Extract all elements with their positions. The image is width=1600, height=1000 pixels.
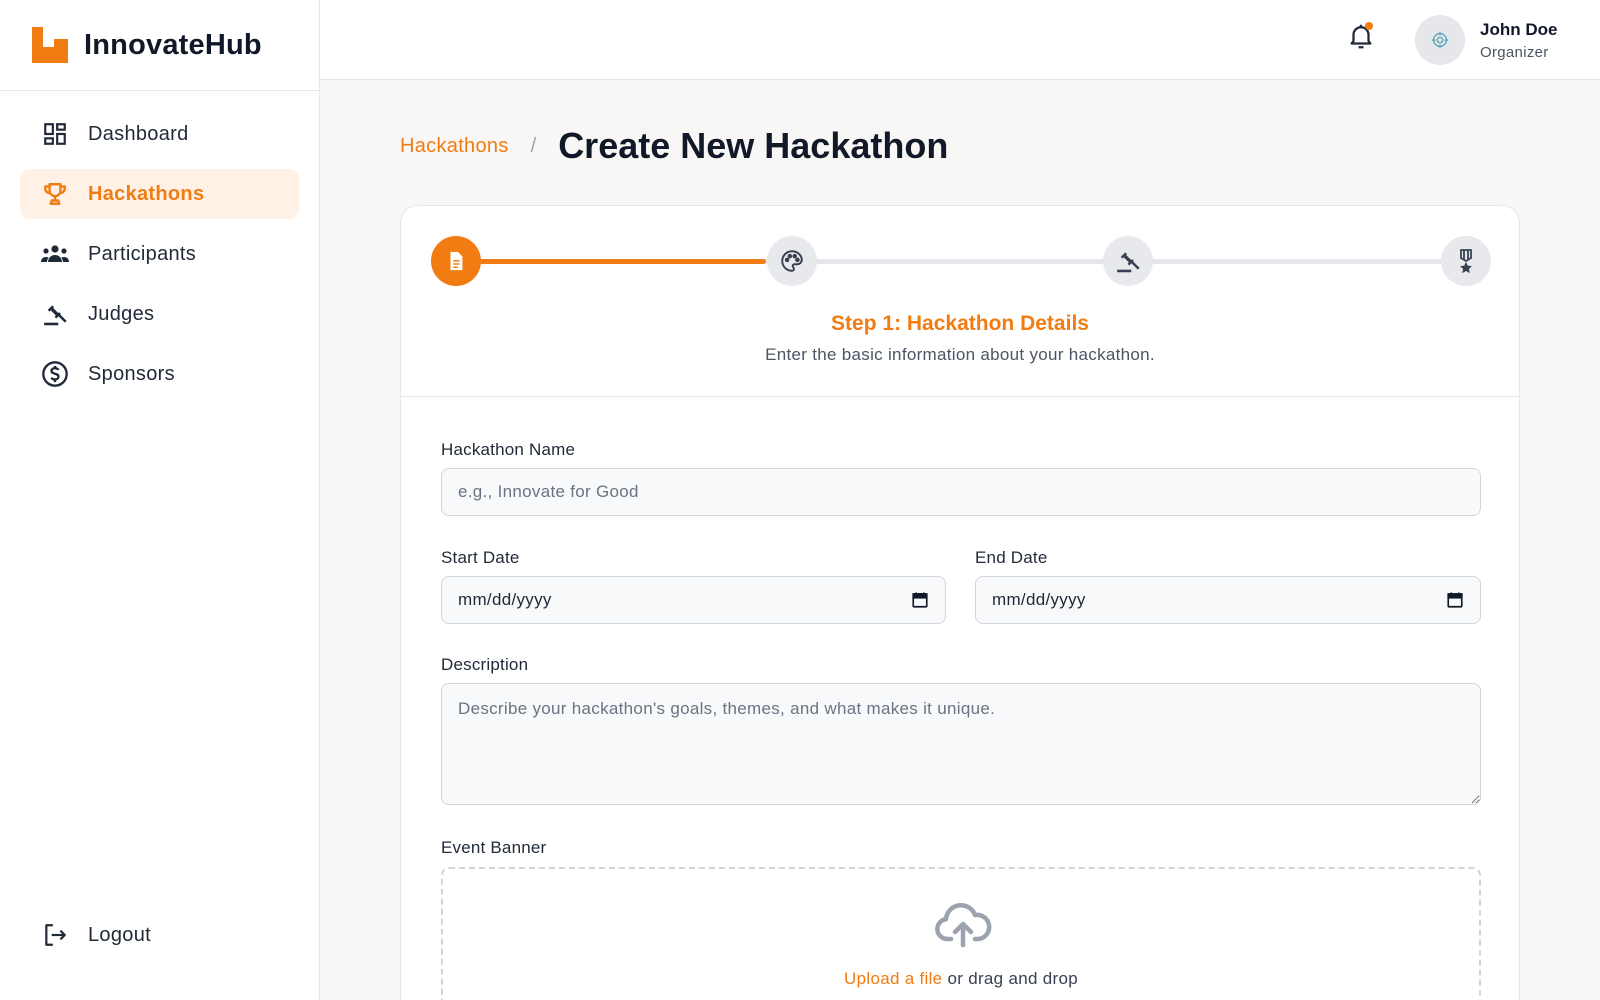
medal-icon bbox=[1460, 249, 1472, 274]
page-title: Create New Hackathon bbox=[558, 125, 949, 166]
breadcrumb-hackathons-link[interactable]: Hackathons bbox=[400, 135, 509, 158]
sidebar-item-dashboard[interactable]: Dashboard bbox=[20, 109, 299, 159]
create-hackathon-card: Step 1: Hackathon Details Enter the basi… bbox=[400, 205, 1520, 1000]
dashboard-icon bbox=[40, 119, 70, 149]
upload-instructions: Upload a file or drag and drop bbox=[443, 969, 1479, 989]
step-title: Step 1: Hackathon Details bbox=[831, 312, 1089, 335]
sidebar-item-participants[interactable]: Participants bbox=[20, 229, 299, 279]
event-banner-label: Event Banner bbox=[441, 838, 547, 857]
description-label: Description bbox=[441, 655, 529, 674]
avatar-icon bbox=[1431, 31, 1449, 49]
avatar[interactable] bbox=[1415, 15, 1465, 65]
sidebar-item-label: Participants bbox=[88, 242, 197, 265]
card-divider bbox=[401, 396, 1519, 397]
user-name: John Doe bbox=[1480, 20, 1558, 39]
calendar-icon[interactable] bbox=[1446, 591, 1464, 609]
calendar-icon[interactable] bbox=[911, 591, 929, 609]
step-2-branding[interactable] bbox=[767, 236, 817, 286]
topbar: John Doe Organizer bbox=[320, 0, 1600, 80]
sidebar-item-judges[interactable]: Judges bbox=[20, 289, 299, 339]
hackathon-name-input[interactable] bbox=[441, 468, 1481, 516]
sidebar-item-label: Hackathons bbox=[88, 182, 205, 205]
notification-dot bbox=[1365, 22, 1373, 30]
banner-dropzone[interactable]: Upload a file or drag and drop bbox=[441, 867, 1481, 1000]
end-date-label: End Date bbox=[975, 548, 1048, 567]
logout-icon bbox=[40, 920, 70, 950]
gavel-icon bbox=[1117, 252, 1140, 273]
sidebar-nav: Dashboard Hackathons Participants Judges… bbox=[0, 91, 319, 399]
document-icon bbox=[450, 251, 463, 271]
breadcrumb-separator: / bbox=[530, 134, 537, 157]
brand-name: InnovateHub bbox=[84, 28, 262, 61]
logout-button[interactable]: Logout bbox=[20, 910, 300, 960]
brand[interactable]: InnovateHub bbox=[0, 0, 319, 91]
description-textarea[interactable] bbox=[441, 683, 1481, 805]
step-4-prizes[interactable] bbox=[1441, 236, 1491, 286]
sidebar: InnovateHub Dashboard Hackathons Partici… bbox=[0, 0, 320, 1000]
cloud-upload-icon bbox=[935, 903, 992, 948]
end-date-placeholder: mm/dd/yyyy bbox=[992, 590, 1086, 609]
step-3-judges[interactable] bbox=[1103, 236, 1153, 286]
groups-icon bbox=[40, 239, 70, 269]
trophy-icon bbox=[40, 179, 70, 209]
user-role: Organizer bbox=[1480, 44, 1549, 61]
dollar-circle-icon bbox=[40, 359, 70, 389]
logout-label: Logout bbox=[88, 923, 151, 946]
stepper bbox=[431, 236, 1491, 286]
hackathon-name-label: Hackathon Name bbox=[441, 440, 576, 459]
start-date-placeholder: mm/dd/yyyy bbox=[458, 590, 552, 609]
sidebar-item-label: Judges bbox=[88, 302, 155, 325]
gavel-icon bbox=[40, 299, 70, 329]
sidebar-item-label: Dashboard bbox=[88, 122, 189, 145]
stepper-progress bbox=[456, 259, 766, 264]
breadcrumb: Hackathons / Create New Hackathon bbox=[400, 125, 948, 167]
sidebar-item-sponsors[interactable]: Sponsors bbox=[20, 349, 299, 399]
sidebar-item-label: Sponsors bbox=[88, 362, 175, 385]
sidebar-item-hackathons[interactable]: Hackathons bbox=[20, 169, 299, 219]
upload-file-link[interactable]: Upload a file bbox=[844, 969, 942, 988]
step-1-details[interactable] bbox=[431, 236, 481, 286]
notifications-button[interactable] bbox=[1346, 21, 1376, 51]
step-subtitle: Enter the basic information about your h… bbox=[765, 345, 1155, 364]
start-date-label: Start Date bbox=[441, 548, 520, 567]
end-date-input[interactable]: mm/dd/yyyy bbox=[975, 576, 1481, 624]
palette-icon bbox=[781, 250, 803, 272]
start-date-input[interactable]: mm/dd/yyyy bbox=[441, 576, 946, 624]
upload-drag-text: or drag and drop bbox=[942, 969, 1078, 988]
innovatehub-logo-icon bbox=[32, 27, 68, 63]
